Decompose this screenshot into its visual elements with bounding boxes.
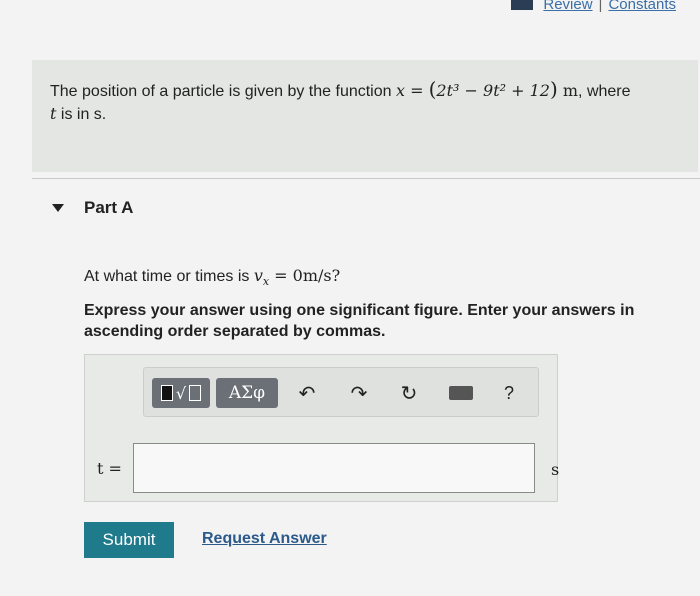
help-button[interactable]: ? <box>496 378 522 408</box>
template-button[interactable]: √ <box>152 378 210 408</box>
var-x: x <box>395 81 406 100</box>
sqrt-icon: √ <box>175 383 187 403</box>
answer-panel: √ ΑΣφ ↶ ↷ ↻ ? t = s <box>84 354 560 502</box>
keyboard-button[interactable] <box>446 378 476 408</box>
submit-button[interactable]: Submit <box>84 522 174 558</box>
top-links: Review | Constants <box>511 0 676 13</box>
answer-unit: s <box>551 460 560 479</box>
section-divider <box>32 178 700 179</box>
box-icon <box>189 385 202 401</box>
page: Review | Constants The position of a par… <box>0 0 700 596</box>
unit-m: m <box>557 81 579 100</box>
answer-input[interactable] <box>133 443 535 493</box>
request-answer-link[interactable]: Request Answer <box>202 530 327 548</box>
keyboard-icon <box>449 386 473 400</box>
problem-statement: The position of a particle is given by t… <box>32 60 698 172</box>
constants-link[interactable]: Constants <box>608 0 676 13</box>
position-expression: 2t³ − 9t² + 12 <box>436 81 550 100</box>
problem-line-1: The position of a particle is given by t… <box>50 77 631 101</box>
question-text: At what time or times is vx = 0m/s? <box>84 266 341 289</box>
answer-instructions: Express your answer using one significan… <box>84 302 635 340</box>
template-icon <box>160 385 173 401</box>
link-separator: | <box>598 0 603 13</box>
collapse-caret-icon[interactable] <box>52 204 64 212</box>
review-link[interactable]: Review <box>543 0 592 13</box>
answer-label: t = <box>97 459 122 478</box>
greek-symbols-button[interactable]: ΑΣφ <box>216 378 278 408</box>
reset-icon[interactable]: ↻ <box>396 378 422 408</box>
problem-line-2: t is in s. <box>50 104 107 123</box>
undo-icon[interactable]: ↶ <box>294 378 320 408</box>
part-a-header[interactable]: Part A <box>52 198 133 218</box>
redo-icon[interactable]: ↷ <box>346 378 372 408</box>
part-a-label: Part A <box>84 198 134 217</box>
math-toolbar: √ ΑΣφ ↶ ↷ ↻ ? <box>143 367 539 417</box>
reference-icon <box>511 0 534 10</box>
